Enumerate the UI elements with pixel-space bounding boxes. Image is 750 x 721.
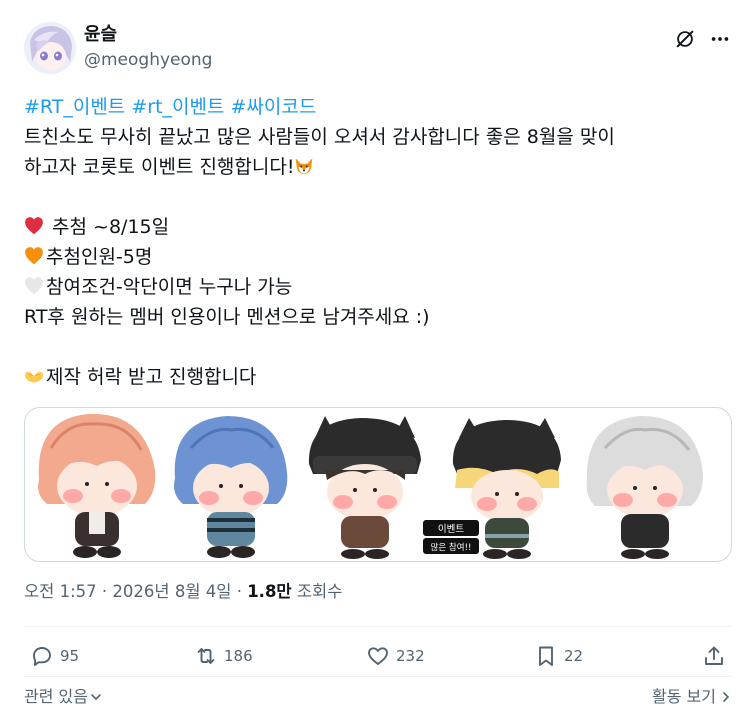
text-line: 추첨 ~8/15일 xyxy=(24,212,730,242)
text-line: 제작 허락 받고 진행합니다 xyxy=(24,362,730,392)
fox-emoji xyxy=(296,158,313,175)
chibi-blonde-hat xyxy=(452,418,561,559)
activity-label: 활동 보기 xyxy=(652,687,716,706)
chevron-down-icon xyxy=(91,694,101,701)
retweet-icon xyxy=(197,648,215,664)
grok-icon[interactable] xyxy=(674,28,696,50)
orange-heart-emoji xyxy=(25,247,43,265)
bookmark-button[interactable]: 22 xyxy=(534,641,583,671)
tweet-date[interactable]: 2026년 8월 4일 xyxy=(112,582,231,601)
related-button[interactable]: 관련 있음 xyxy=(24,683,102,707)
hashtag-line: #RT_이벤트 #rt_이벤트 #싸이코드 xyxy=(24,92,730,122)
tweet-text: #RT_이벤트 #rt_이벤트 #싸이코드 트친소도 무사히 끝났고 많은 사람… xyxy=(24,92,730,392)
like-icon xyxy=(368,647,388,665)
text-fragment: 참여조건-악단이면 누구나 가능 xyxy=(46,276,293,298)
tweet-meta: 오전 1:57 · 2026년 8월 4일 · 1.8만 조회수 xyxy=(24,580,342,604)
text-line: 추첨인원-5명 xyxy=(24,242,730,272)
chibi-peach-hair xyxy=(38,413,156,558)
like-count: 232 xyxy=(396,647,425,665)
heart-hands-emoji xyxy=(24,371,44,383)
more-icon[interactable] xyxy=(708,28,732,50)
handle[interactable]: @meoghyeong xyxy=(84,47,212,73)
share-button[interactable] xyxy=(702,641,732,671)
bookmark-icon xyxy=(539,646,553,666)
collotto-illustration: 이벤트 많은 참여!! xyxy=(38,413,703,559)
action-bar: 95 186 232 22 xyxy=(24,641,732,671)
tweet-footer: 관련 있음 활동 보기 xyxy=(24,683,732,709)
reply-button[interactable]: 95 xyxy=(30,641,79,671)
divider xyxy=(24,676,732,677)
views-label: 조회수 xyxy=(291,582,343,601)
chibi-blue-hair xyxy=(174,416,288,558)
reply-icon xyxy=(33,647,51,666)
chibi-black-hat xyxy=(308,416,421,559)
retweet-button[interactable]: 186 xyxy=(194,641,253,671)
avatar-image xyxy=(24,22,76,74)
hashtag-psycode[interactable]: #싸이코드 xyxy=(231,96,317,118)
hashtag-rt-event-lower[interactable]: #rt_이벤트 xyxy=(131,96,224,118)
chevron-right-icon xyxy=(723,692,730,702)
text-fragment: 하고자 코롯토 이벤트 진행합니다! xyxy=(24,156,295,178)
media-image[interactable]: 이벤트 많은 참여!! xyxy=(24,407,732,562)
text-line: RT후 원하는 멤버 인용이나 멘션으로 남겨주세요 :) xyxy=(24,306,430,328)
separator: · xyxy=(96,582,113,601)
text-line: 참여조건-악단이면 누구나 가능 xyxy=(24,272,730,302)
tweet-time[interactable]: 오전 1:57 xyxy=(24,582,97,601)
like-button[interactable]: 232 xyxy=(366,641,425,671)
display-name[interactable]: 윤슬 xyxy=(84,23,212,47)
text-fragment: 추첨인원-5명 xyxy=(46,246,153,268)
avatar[interactable] xyxy=(24,22,76,74)
text-fragment: 추첨 ~8/15일 xyxy=(46,216,170,238)
views-count: 1.8만 xyxy=(247,582,292,601)
tweet-header: 윤슬 @meoghyeong xyxy=(24,22,734,78)
share-icon xyxy=(705,646,723,665)
hashtag-rt-event[interactable]: #RT_이벤트 xyxy=(24,96,125,118)
chibi-silver-hair xyxy=(586,416,703,559)
white-heart-emoji xyxy=(25,277,43,295)
badge-line1: 이벤트 xyxy=(438,524,464,535)
author-names: 윤슬 @meoghyeong xyxy=(84,23,212,73)
separator: · xyxy=(231,582,248,601)
red-heart-emoji xyxy=(25,217,43,235)
bookmark-count: 22 xyxy=(564,647,584,665)
text-fragment: 제작 허락 받고 진행합니다 xyxy=(46,366,257,388)
activity-button[interactable]: 활동 보기 xyxy=(652,683,732,707)
retweet-count: 186 xyxy=(224,647,253,665)
text-line: 하고자 코롯토 이벤트 진행합니다! xyxy=(24,152,730,182)
text-line: 트친소도 무사히 끝났고 많은 사람들이 오셔서 감사합니다 좋은 8월을 맞이 xyxy=(24,126,615,148)
event-badge: 이벤트 많은 참여!! xyxy=(423,520,479,554)
reply-count: 95 xyxy=(60,647,80,665)
divider xyxy=(24,626,732,627)
related-label: 관련 있음 xyxy=(24,687,88,706)
badge-line2: 많은 참여!! xyxy=(431,542,472,553)
